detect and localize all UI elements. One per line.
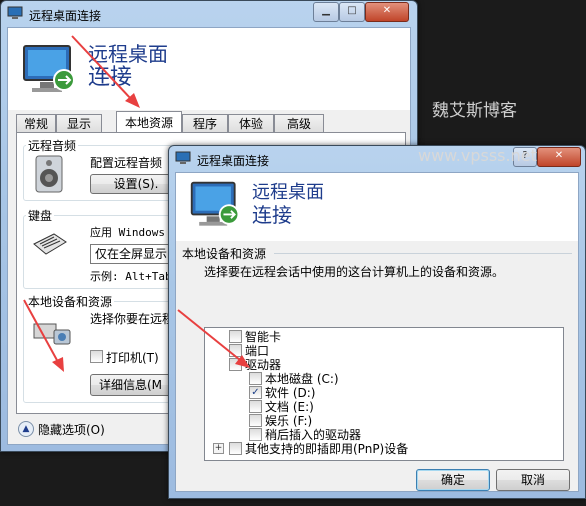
button-label: 详细信息(M bbox=[99, 378, 163, 392]
front-banner-line2: 连接 bbox=[252, 203, 292, 227]
section-divider bbox=[274, 253, 572, 254]
hide-options-label[interactable]: 隐藏选项(O) bbox=[38, 421, 105, 438]
button-label: 设置(S). bbox=[113, 177, 159, 191]
rdp-icon bbox=[7, 6, 23, 19]
close-icon[interactable]: ✕ bbox=[537, 147, 581, 167]
rdp-icon bbox=[190, 181, 240, 226]
keyboard-desc: 应用 Windows bbox=[90, 224, 165, 240]
back-banner-line2: 连接 bbox=[88, 65, 133, 90]
front-body: 本地设备和资源 选择要在远程会话中使用的这台计算机上的设备和资源。 智能卡 端口… bbox=[176, 245, 578, 491]
tree-checkbox[interactable] bbox=[229, 442, 242, 455]
speaker-icon bbox=[35, 155, 63, 193]
tab-label: 体验 bbox=[238, 117, 263, 131]
tab-label: 本地资源 bbox=[124, 116, 173, 130]
maximize-icon[interactable]: □ bbox=[339, 2, 365, 22]
front-window-title: 远程桌面连接 bbox=[197, 154, 270, 168]
back-banner: 远程桌面 连接 bbox=[8, 28, 410, 110]
front-banner: 远程桌面 连接 bbox=[176, 173, 578, 241]
keyboard-example: 示例: Alt+Tab bbox=[90, 270, 172, 283]
front-banner-line1: 远程桌面 bbox=[252, 182, 324, 203]
button-label: 确定 bbox=[440, 473, 465, 487]
rdp-icon bbox=[175, 151, 191, 164]
tree-checkbox[interactable] bbox=[249, 414, 262, 427]
tab-label: 高级 bbox=[286, 117, 311, 131]
front-client: 远程桌面 连接 本地设备和资源 选择要在远程会话中使用的这台计算机上的设备和资源… bbox=[175, 172, 579, 492]
rdp-icon bbox=[23, 45, 75, 92]
close-icon[interactable]: ✕ bbox=[365, 2, 409, 22]
tab-display[interactable]: 显示 bbox=[56, 114, 102, 134]
watermark-brand: 魏艾斯博客 bbox=[432, 101, 517, 121]
tab-strip: 常规 显示 本地资源 程序 体验 高级 bbox=[16, 111, 410, 134]
printer-checkbox[interactable] bbox=[90, 350, 103, 363]
back-titlebar[interactable]: 远程桌面连接 ▁ □ ✕ bbox=[1, 1, 417, 29]
tab-experience[interactable]: 体验 bbox=[228, 114, 274, 134]
front-window: 远程桌面连接 ? ✕ 远程桌面 连接 本地设备和资源 选择要在远程会话中使用的这… bbox=[168, 145, 586, 499]
cancel-button[interactable]: 取消 bbox=[496, 469, 570, 491]
tab-general[interactable]: 常规 bbox=[16, 114, 56, 134]
tab-label: 常规 bbox=[23, 117, 48, 131]
tab-advanced[interactable]: 高级 bbox=[274, 114, 324, 134]
keyboard-icon bbox=[33, 233, 67, 255]
chevron-up-icon[interactable]: ▲ bbox=[18, 421, 34, 437]
dropdown-value: 仅在全屏显示 bbox=[95, 247, 168, 261]
devices-group-title: 本地设备和资源 bbox=[26, 293, 115, 310]
devices-icon bbox=[33, 323, 71, 345]
tree-checkbox-checked[interactable]: ✓ bbox=[249, 386, 262, 399]
tab-programs[interactable]: 程序 bbox=[182, 114, 228, 134]
tab-local-resources[interactable]: 本地资源 bbox=[116, 111, 182, 134]
device-tree[interactable]: 智能卡 端口 驱动器 本地磁盘 (C:) ✓ 软件 (D:) 文档 (E:) 娱… bbox=[204, 327, 564, 461]
minimize-icon[interactable]: ▁ bbox=[313, 2, 339, 22]
watermark-url: www.vpsss.net bbox=[418, 146, 537, 165]
section-title: 本地设备和资源 bbox=[182, 247, 267, 261]
tree-checkbox[interactable] bbox=[229, 344, 242, 357]
ok-button[interactable]: 确定 bbox=[416, 469, 490, 491]
tree-checkbox[interactable] bbox=[249, 400, 262, 413]
back-window-title: 远程桌面连接 bbox=[29, 9, 102, 23]
instruction-text: 选择要在远程会话中使用的这台计算机上的设备和资源。 bbox=[204, 265, 505, 279]
tab-label: 显示 bbox=[66, 117, 91, 131]
audio-desc: 配置远程音频 bbox=[90, 156, 163, 170]
tab-label: 程序 bbox=[192, 117, 217, 131]
printer-label: 打印机(T) bbox=[106, 351, 159, 365]
button-label: 取消 bbox=[520, 473, 545, 487]
expand-icon[interactable]: + bbox=[213, 443, 224, 454]
back-banner-line1: 远程桌面 bbox=[88, 42, 168, 66]
tree-checkbox[interactable] bbox=[229, 358, 242, 371]
tree-item-label[interactable]: 其他支持的即插即用(PnP)设备 bbox=[245, 440, 408, 457]
keyboard-desc-text: 应用 Windows bbox=[90, 226, 165, 239]
audio-group-title: 远程音频 bbox=[26, 137, 79, 154]
devices-desc: 选择你要在远程 bbox=[90, 312, 175, 326]
tree-checkbox[interactable] bbox=[249, 372, 262, 385]
keyboard-group-title: 键盘 bbox=[26, 207, 55, 224]
tree-checkbox[interactable] bbox=[229, 330, 242, 343]
